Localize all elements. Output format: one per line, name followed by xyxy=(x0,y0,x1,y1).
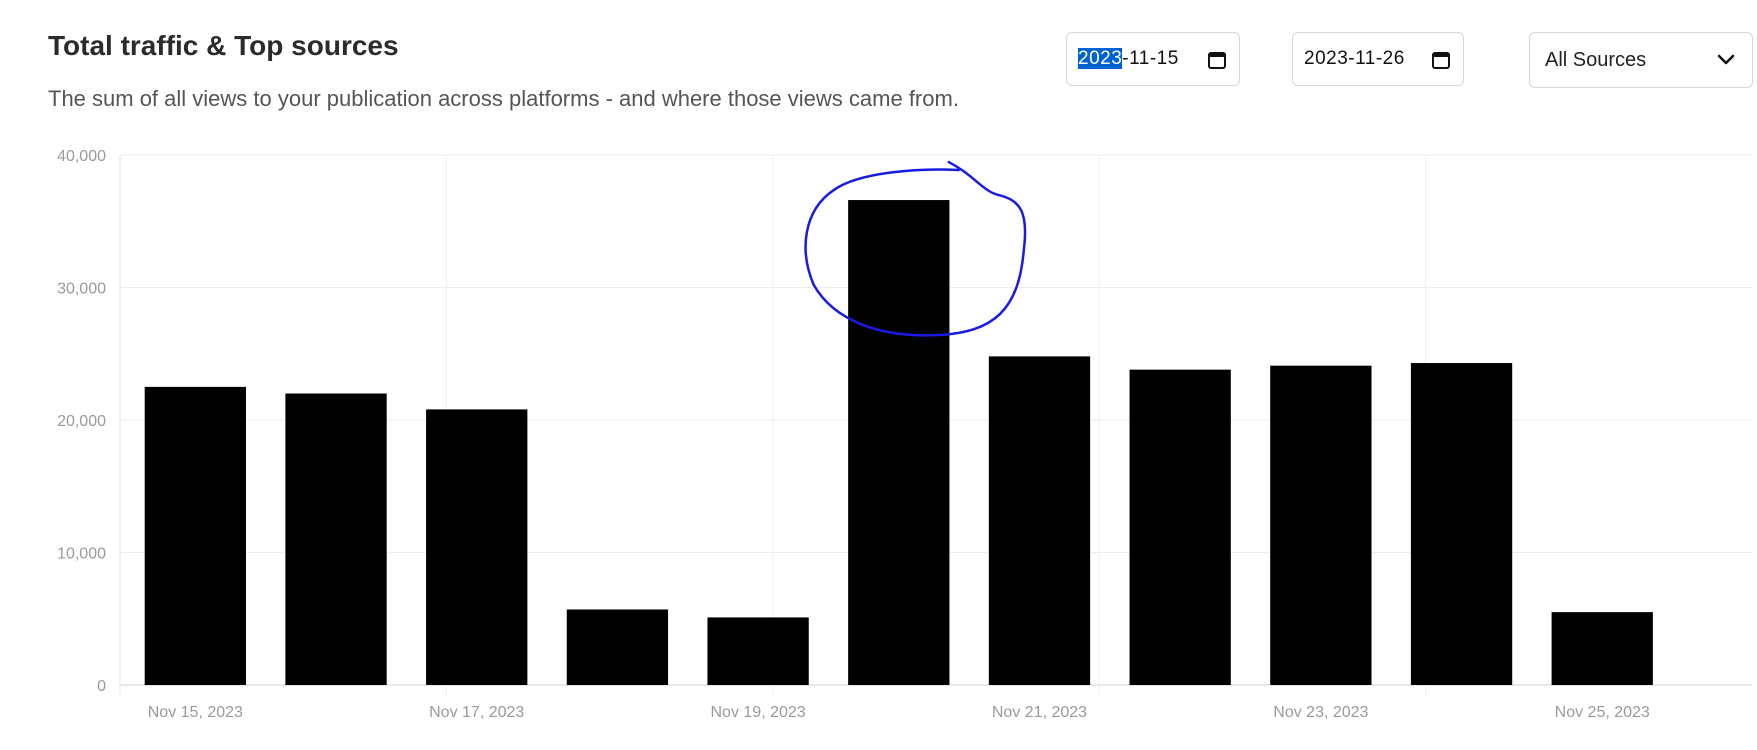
y-tick-label: 40,000 xyxy=(57,148,106,165)
y-tick-label: 0 xyxy=(97,678,106,695)
bar-nov-20-2023 xyxy=(848,200,950,686)
x-tick-label: Nov 23, 2023 xyxy=(1273,704,1368,721)
x-tick-label: Nov 21, 2023 xyxy=(992,704,1087,721)
y-tick-label: 20,000 xyxy=(57,413,106,430)
bar-nov-21-2023 xyxy=(988,356,1091,685)
bar-nov-22-2023 xyxy=(1129,369,1231,685)
bar-nov-16-2023 xyxy=(285,393,387,685)
x-tick-label: Nov 17, 2023 xyxy=(429,704,524,721)
bar-nov-24-2023 xyxy=(1410,363,1513,685)
traffic-bar-chart: 0 10,000 20,000 30,000 40,000 Nov 15, 2023 Nov… xyxy=(57,148,1752,721)
y-tick-label: 30,000 xyxy=(57,281,106,298)
bar-nov-23-2023 xyxy=(1270,365,1372,685)
x-tick-label: Nov 25, 2023 xyxy=(1555,704,1650,721)
bar-nov-19-2023 xyxy=(707,617,809,685)
x-tick-label: Nov 15, 2023 xyxy=(148,704,243,721)
bar-nov-25-2023 xyxy=(1551,612,1653,685)
bar-nov-15-2023 xyxy=(144,386,246,685)
y-tick-label: 10,000 xyxy=(57,546,106,563)
bar-nov-17-2023 xyxy=(426,409,528,685)
bar-nov-18-2023 xyxy=(566,609,669,685)
x-tick-label: Nov 19, 2023 xyxy=(711,704,806,721)
